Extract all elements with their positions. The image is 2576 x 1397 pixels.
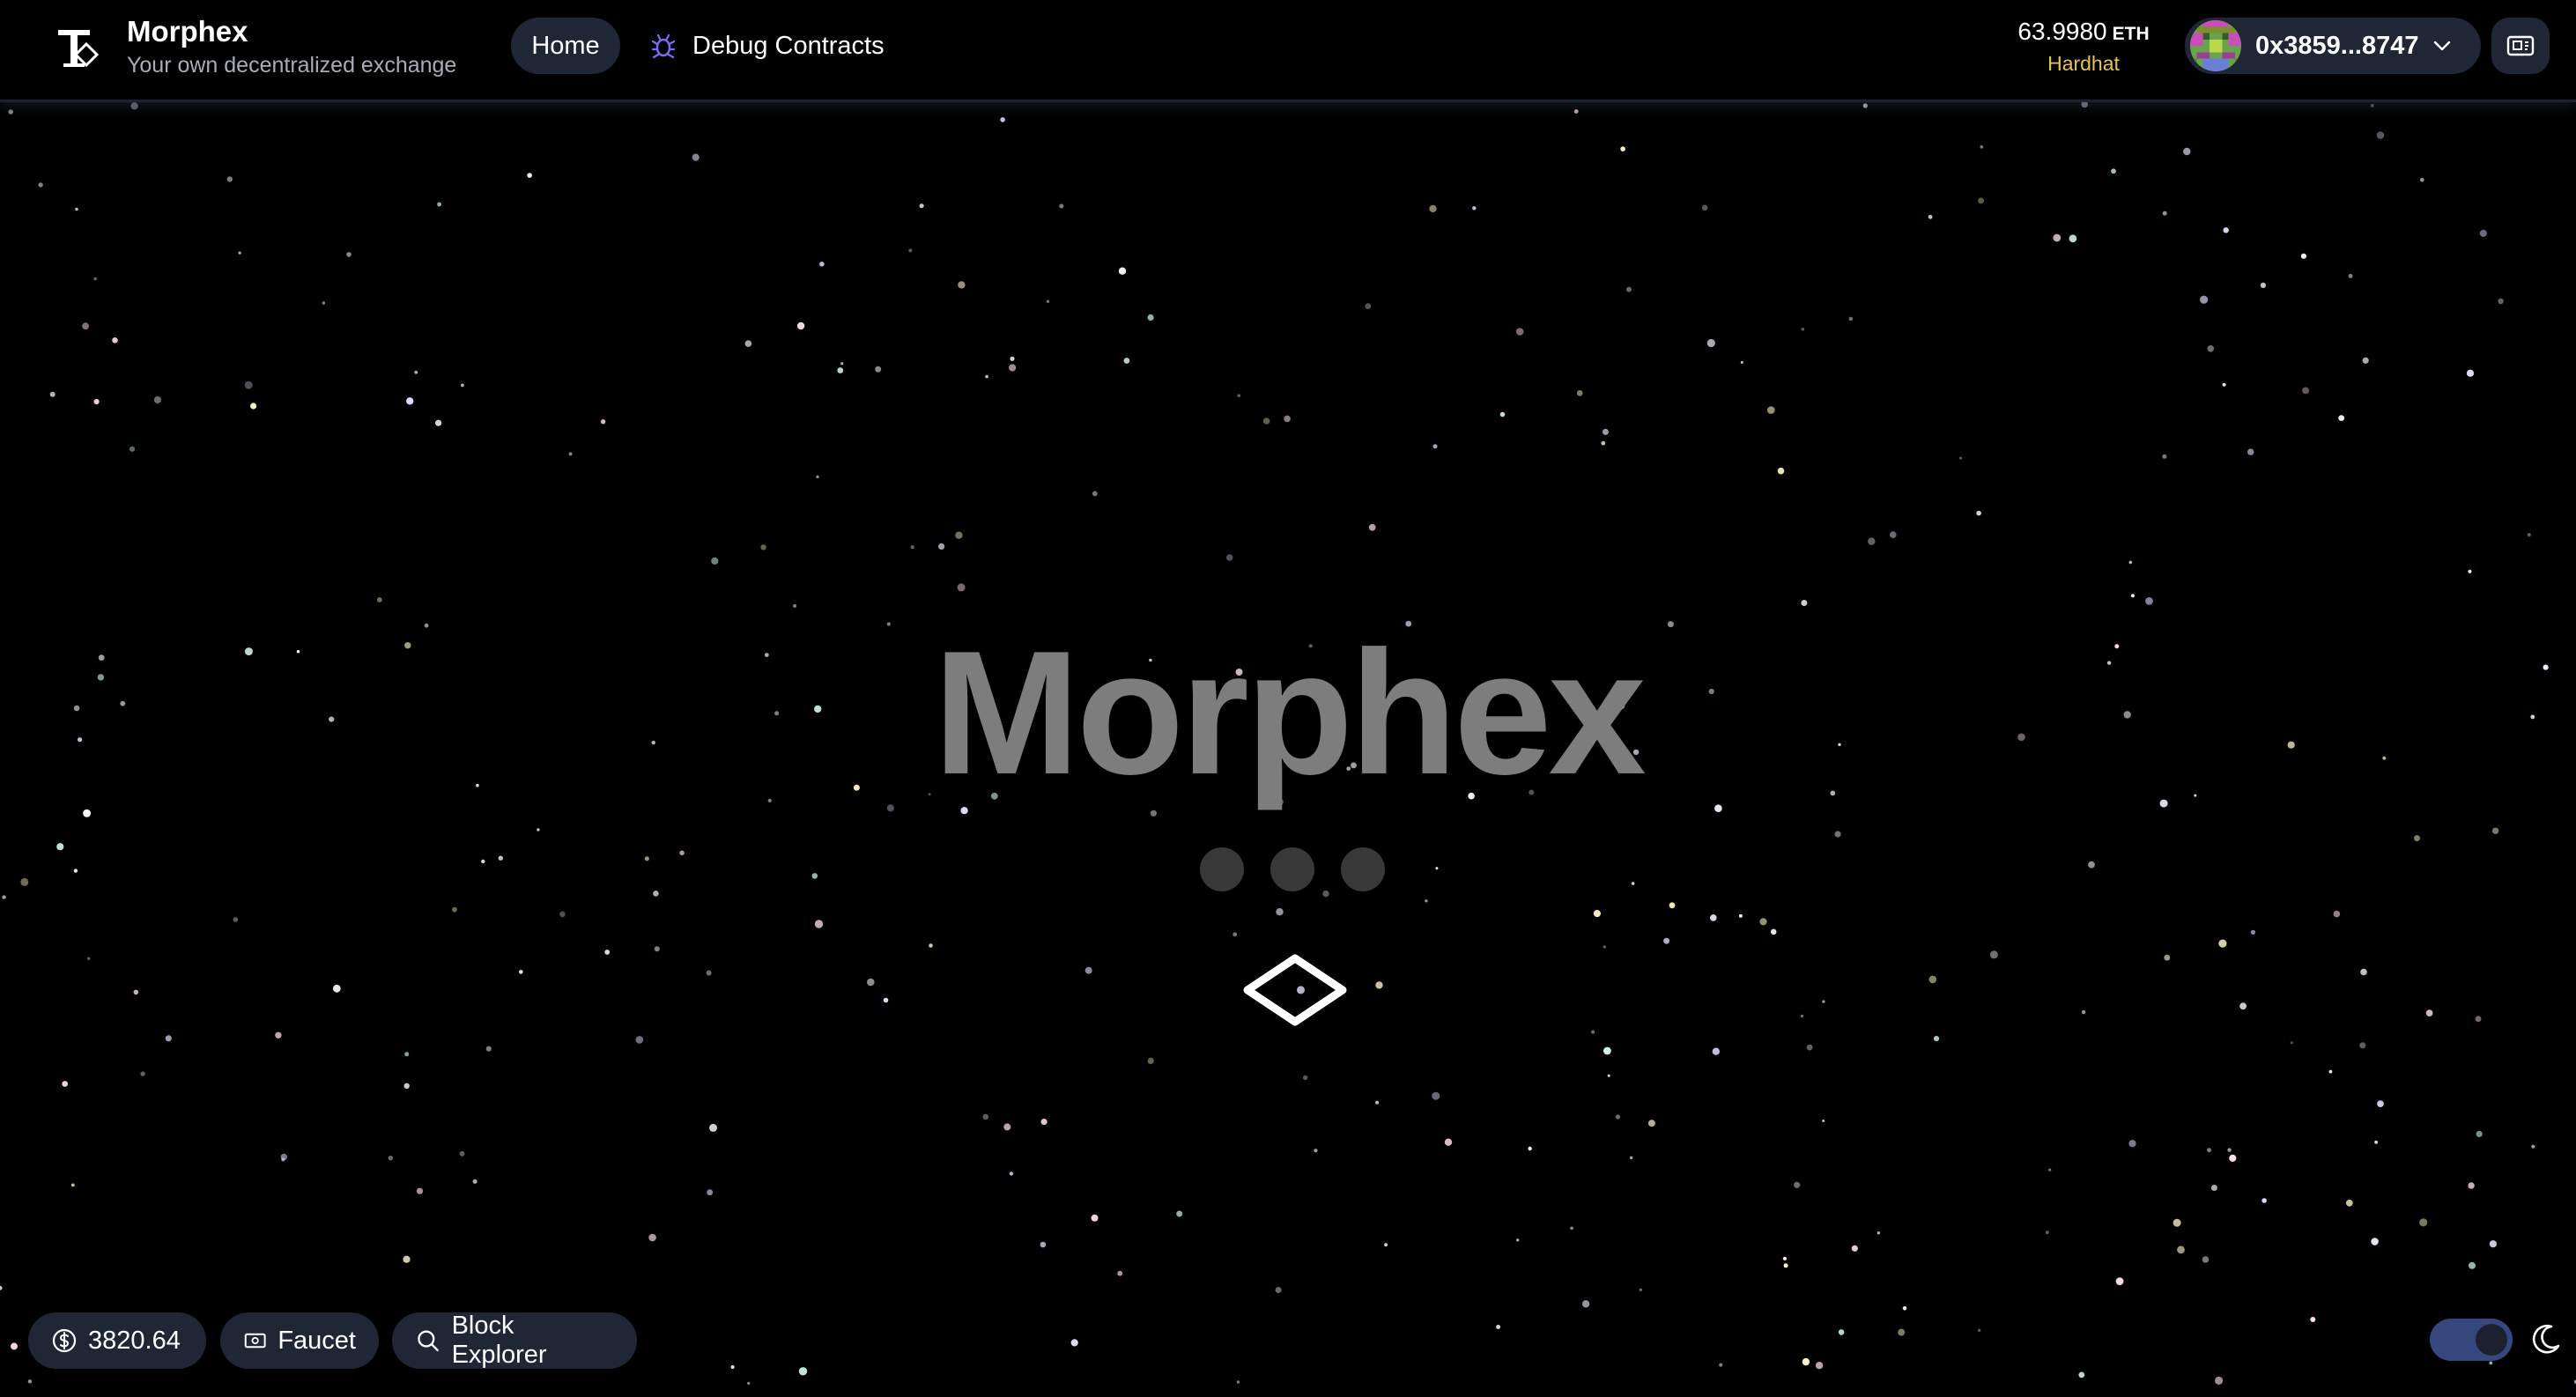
loading-dots: [1200, 847, 1385, 891]
avatar: [2190, 20, 2241, 71]
moon-icon: [2532, 1324, 2560, 1354]
account-address: 0x3859...8747: [2255, 31, 2419, 60]
price-value: 3820.64: [88, 1326, 181, 1355]
chevron-down-icon: [2434, 41, 2451, 51]
balance-unit: ETH: [2112, 24, 2150, 44]
nav-debug-label: Debug Contracts: [692, 31, 885, 60]
block-explorer-label: Block Explorer: [451, 1312, 547, 1369]
morphex-logo-icon[interactable]: [51, 19, 104, 72]
loading-dot: [1200, 847, 1244, 891]
toggle-knob: [2476, 1324, 2507, 1356]
account-dropdown-button[interactable]: 0x3859...8747: [2185, 18, 2481, 74]
brand-name: Morphex: [127, 15, 248, 48]
block-explorer-button[interactable]: Block Explorer: [392, 1312, 637, 1369]
hero-title: Morphex: [933, 615, 1646, 811]
diamond-icon: [1243, 954, 1347, 1026]
search-icon: [418, 1330, 439, 1352]
brand-block: Morphex Your own decentralized exchange: [127, 14, 456, 79]
nav-debug-contracts-link[interactable]: Debug Contracts: [650, 18, 885, 74]
top-navbar: Morphex Your own decentralized exchange …: [0, 0, 2576, 102]
qr-code-button[interactable]: [2491, 18, 2550, 74]
wallet-balance: 63.9980 ETH Hardhat: [1982, 16, 2185, 77]
banknote-icon: [244, 1333, 266, 1349]
faucet-button[interactable]: Faucet: [220, 1312, 379, 1369]
loading-dot: [1341, 847, 1385, 891]
bug-icon: [651, 33, 676, 59]
faucet-label: Faucet: [278, 1326, 356, 1355]
dark-mode-toggle[interactable]: [2430, 1319, 2513, 1361]
balance-amount: 63.9980: [2017, 18, 2107, 45]
native-currency-price[interactable]: 3820.64: [28, 1312, 206, 1369]
dollar-circle-icon: [52, 1328, 77, 1353]
nav-home-link[interactable]: Home: [511, 18, 620, 74]
loading-dot: [1270, 847, 1314, 891]
brand-tagline: Your own decentralized exchange: [127, 53, 457, 78]
qr-code-icon: [2506, 35, 2535, 56]
network-name: Hardhat: [2047, 52, 2120, 75]
